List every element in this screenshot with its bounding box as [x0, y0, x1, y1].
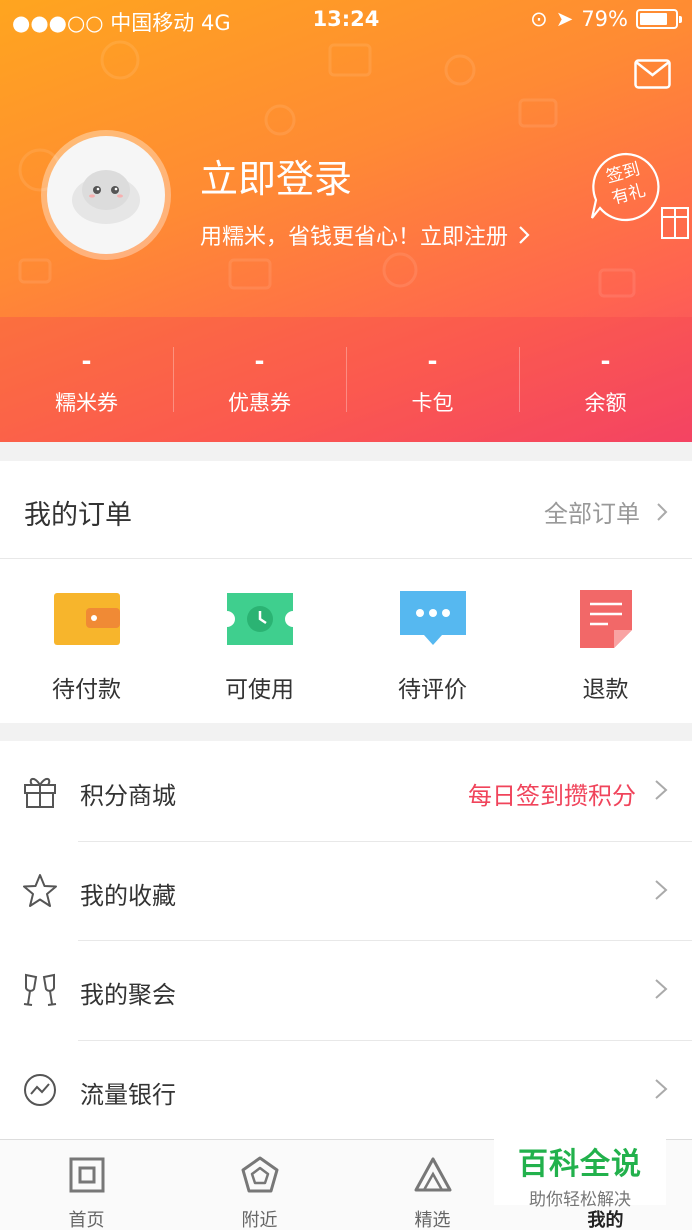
star-icon: [23, 873, 57, 907]
menu-data-bank[interactable]: 流量银行: [0, 1039, 692, 1140]
stat-value: -: [254, 347, 265, 375]
stat-label: 优惠券: [228, 391, 291, 415]
chevron-right-icon: [655, 1078, 668, 1099]
order-pending-payment[interactable]: 待付款: [0, 559, 173, 722]
chevron-right-icon: [657, 502, 668, 521]
menu-promo-text: 每日签到攒积分: [468, 782, 636, 810]
mail-icon[interactable]: [634, 59, 671, 89]
order-status-label: 待评价: [398, 677, 467, 703]
battery-fill: [640, 13, 667, 25]
orders-header: 我的订单 全部订单: [0, 461, 692, 559]
chevron-right-icon: [655, 979, 668, 999]
menu-list: 积分商城 每日签到攒积分 我的收藏 我的聚会 流量银行: [0, 741, 692, 1139]
checkin-badge[interactable]: 签到 有礼: [588, 150, 692, 245]
chevron-right-icon: [655, 780, 668, 800]
stat-nuomi-coupon[interactable]: - 糯米券: [0, 317, 173, 442]
stat-label: 糯米券: [55, 391, 118, 415]
battery-icon: [636, 9, 682, 29]
home-square-icon: [69, 1157, 104, 1193]
register-link[interactable]: 用糯米，省钱更省心！立即注册: [200, 219, 530, 251]
chat-bubble-icon: [399, 591, 466, 645]
featured-triangle-icon: [414, 1157, 451, 1192]
status-right: ⊙ ➤ 79%: [530, 7, 682, 31]
menu-label: 积分商城: [80, 782, 176, 810]
watermark-title: 百科全说: [518, 1147, 642, 1182]
order-status-row: 待付款 可使用 待评价 退款: [0, 559, 692, 722]
tab-nearby[interactable]: 附近: [173, 1140, 346, 1230]
menu-label: 流量银行: [80, 1080, 176, 1109]
tab-home[interactable]: 首页: [0, 1140, 173, 1230]
battery-percent: 79%: [581, 7, 628, 31]
stat-card-wallet[interactable]: - 卡包: [346, 317, 519, 442]
ticket-clock-icon: [226, 593, 293, 645]
nearby-pentagon-icon: [241, 1156, 278, 1193]
menu-label: 我的聚会: [80, 981, 176, 1009]
stat-label: 余额: [584, 391, 627, 415]
avatar[interactable]: [41, 130, 171, 260]
stat-value: -: [600, 347, 611, 375]
glasses-cheers-icon: [23, 973, 57, 1006]
chevron-right-icon: [655, 879, 668, 900]
status-bar: ●●●○○ 中国移动 4G 13:24 ⊙ ➤ 79%: [0, 0, 692, 40]
order-refund[interactable]: 退款: [519, 559, 692, 722]
location-arrow-icon: ➤: [555, 7, 574, 31]
lock-rotation-icon: ⊙: [530, 7, 548, 31]
watermark-logo: 百科全说 助你轻松解决: [494, 1137, 666, 1210]
all-orders-label: 全部订单: [544, 500, 640, 528]
stat-value: -: [427, 347, 438, 375]
stat-value: -: [81, 347, 92, 375]
menu-label: 我的收藏: [80, 881, 176, 910]
orders-title: 我的订单: [24, 500, 132, 531]
order-to-review[interactable]: 待评价: [346, 559, 519, 722]
chevron-right-icon: [519, 226, 530, 244]
stat-discount-coupon[interactable]: - 优惠券: [173, 317, 346, 442]
all-orders-link[interactable]: 全部订单: [544, 494, 668, 529]
login-title[interactable]: 立即登录: [200, 148, 352, 203]
order-status-label: 可使用: [225, 677, 294, 703]
menu-gatherings[interactable]: 我的聚会: [0, 940, 692, 1040]
stat-balance[interactable]: - 余额: [519, 317, 692, 442]
watermark-subtitle: 助你轻松解决: [529, 1190, 631, 1210]
menu-points-mall[interactable]: 积分商城 每日签到攒积分: [0, 741, 692, 841]
register-link-text: 用糯米，省钱更省心！立即注册: [200, 225, 509, 250]
tab-label: 附近: [241, 1210, 278, 1230]
refund-note-icon: [579, 590, 632, 648]
order-usable[interactable]: 可使用: [173, 559, 346, 722]
orders-section: 我的订单 全部订单 待付款 可使用 待评价 退款: [0, 461, 692, 723]
default-avatar-icon: [72, 170, 140, 224]
tab-label: 首页: [68, 1210, 105, 1230]
gift-icon: [24, 778, 56, 808]
trend-circle-icon: [24, 1073, 56, 1106]
stat-label: 卡包: [411, 391, 454, 415]
wallet-stats: - 糯米券 - 优惠券 - 卡包 - 余额: [0, 317, 692, 442]
wallet-icon: [53, 593, 120, 645]
menu-favorites[interactable]: 我的收藏: [0, 840, 692, 941]
order-status-label: 退款: [582, 677, 629, 703]
order-status-label: 待付款: [52, 677, 121, 703]
profile-header: ●●●○○ 中国移动 4G 13:24 ⊙ ➤ 79% 立即登录 用糯米，省钱更…: [0, 0, 692, 442]
